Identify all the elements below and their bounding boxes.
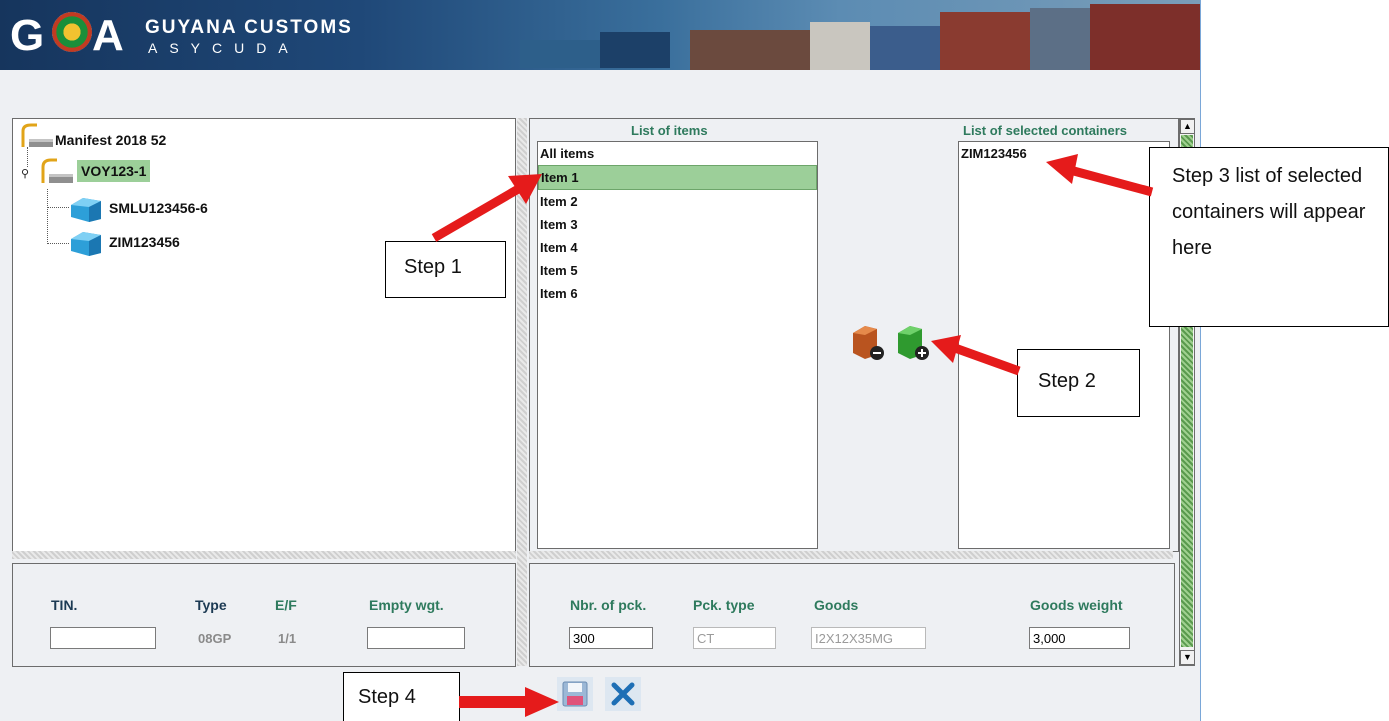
tree-label-manifest: Manifest 2018 52 (55, 132, 167, 148)
ef-label: E/F (275, 597, 297, 613)
empty-weight-field[interactable] (367, 627, 465, 649)
tree-label-container-2: ZIM123456 (109, 234, 180, 250)
goods-field: I2X12X35MG (811, 627, 926, 649)
tin-label: TIN. (51, 597, 78, 613)
header-banner: G A GUYANA CUSTOMS ASYCUDA (0, 0, 1200, 70)
logo-letter-a: A (92, 11, 124, 60)
list-item[interactable]: Item 6 (538, 282, 817, 305)
selected-containers-header: List of selected containers (963, 123, 1127, 138)
cancel-button[interactable] (605, 677, 641, 711)
list-item[interactable]: Item 2 (538, 190, 817, 213)
container-minus-icon (853, 326, 884, 360)
crane-icon (21, 123, 53, 147)
item-details-panel: Nbr. of pck. Pck. type Goods Goods weigh… (529, 563, 1175, 667)
list-item-selected[interactable]: Item 1 (538, 165, 817, 190)
arrow-step-3 (1046, 154, 1154, 197)
list-item[interactable]: Item 3 (538, 213, 817, 236)
goods-weight-label: Goods weight (1030, 597, 1123, 613)
pck-type-label: Pck. type (693, 597, 755, 613)
brand-title: GUYANA CUSTOMS (145, 17, 353, 38)
logo-emblem (52, 12, 92, 52)
empty-weight-label: Empty wgt. (369, 597, 444, 613)
close-x-icon (611, 682, 635, 706)
callout-step-4-text: Step 4 (358, 686, 416, 708)
nbr-pck-field[interactable]: 300 (569, 627, 653, 649)
type-value: 08GP (198, 631, 232, 646)
nbr-pck-label: Nbr. of pck. (570, 597, 647, 613)
callout-step-3: Step 3 list of selected containers will … (1149, 147, 1389, 327)
scroll-up-button[interactable]: ▲ (1180, 119, 1195, 134)
crane-icon (41, 158, 73, 183)
right-horizontal-splitter[interactable] (529, 551, 1173, 559)
container-icon (71, 198, 101, 222)
tree-label-voyage: VOY123-1 (77, 160, 151, 182)
tree-toggle[interactable]: ⚲ (21, 167, 29, 180)
arrow-step-1 (431, 174, 542, 242)
container-details-panel: TIN. Type E/F Empty wgt. 08GP 1/1 (12, 563, 516, 667)
logo-letter-g: G (10, 11, 45, 60)
callout-step-2-text: Step 2 (1038, 370, 1096, 392)
tree-label-container-1: SMLU123456-6 (109, 200, 208, 216)
list-item[interactable]: Item 4 (538, 236, 817, 259)
arrow-step-2 (931, 335, 1021, 376)
left-horizontal-splitter[interactable] (12, 551, 516, 559)
container-icon (71, 232, 101, 256)
pck-type-field: CT (693, 627, 776, 649)
items-list-header: List of items (631, 123, 708, 138)
tin-field[interactable] (50, 627, 156, 649)
list-item[interactable]: All items (538, 142, 817, 165)
callout-step-2: Step 2 (1017, 349, 1140, 417)
callout-step-4: Step 4 (343, 672, 460, 721)
type-label: Type (195, 597, 227, 613)
brand-subtitle: ASYCUDA (148, 40, 300, 56)
ef-value: 1/1 (278, 631, 297, 646)
list-item[interactable]: Item 5 (538, 259, 817, 282)
callout-step-3-text: Step 3 list of selected containers will … (1172, 165, 1366, 259)
goods-label: Goods (814, 597, 859, 613)
items-list: All items Item 1 Item 2 Item 3 Item 4 It… (537, 141, 818, 549)
goods-weight-field[interactable]: 3,000 (1029, 627, 1130, 649)
callout-step-1-text: Step 1 (404, 256, 462, 278)
remove-container-button[interactable] (851, 321, 887, 361)
arrow-step-4 (459, 687, 559, 717)
scroll-down-button[interactable]: ▼ (1180, 650, 1195, 665)
